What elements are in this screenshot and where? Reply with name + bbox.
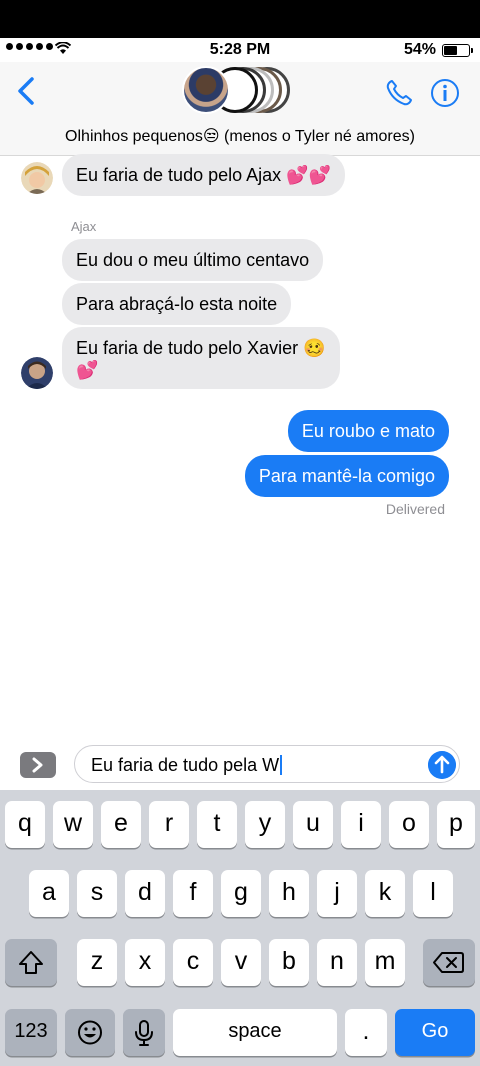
message-text: Eu faria de tudo pelo Xavier 🥴 bbox=[76, 338, 326, 358]
info-icon[interactable] bbox=[430, 78, 460, 108]
key-a[interactable]: a bbox=[29, 870, 69, 917]
message-bubble[interactable]: Para abraçá-lo esta noite bbox=[62, 283, 292, 325]
phone-icon[interactable] bbox=[384, 78, 414, 108]
group-name[interactable]: Olhinhos pequenos😒 (menos o Tyler né amo… bbox=[0, 126, 480, 146]
key-b[interactable]: b bbox=[269, 939, 309, 986]
key-t[interactable]: t bbox=[197, 801, 237, 848]
key-v[interactable]: v bbox=[221, 939, 261, 986]
space-key[interactable]: space bbox=[173, 1009, 337, 1056]
key-s[interactable]: s bbox=[77, 870, 117, 917]
key-e[interactable]: e bbox=[101, 801, 141, 848]
key-h[interactable]: h bbox=[269, 870, 309, 917]
shift-key[interactable] bbox=[5, 939, 57, 986]
key-d[interactable]: d bbox=[125, 870, 165, 917]
message-input-text: Eu faria de tudo pela W bbox=[91, 755, 280, 775]
text-caret bbox=[280, 755, 283, 775]
key-n[interactable]: n bbox=[317, 939, 357, 986]
key-o[interactable]: o bbox=[389, 801, 429, 848]
key-x[interactable]: x bbox=[125, 939, 165, 986]
numbers-key[interactable]: 123 bbox=[5, 1009, 57, 1056]
chevron-right-icon bbox=[32, 757, 43, 773]
send-button[interactable] bbox=[428, 751, 456, 779]
delivered-label: Delivered bbox=[385, 501, 445, 517]
group-avatar-stack[interactable] bbox=[182, 66, 298, 116]
microphone-icon bbox=[135, 1020, 153, 1046]
key-m[interactable]: m bbox=[365, 939, 405, 986]
key-l[interactable]: l bbox=[413, 870, 453, 917]
battery-icon bbox=[442, 44, 473, 57]
sender-name: Ajax bbox=[71, 219, 97, 234]
dictation-key[interactable] bbox=[123, 1009, 165, 1056]
message-bubble[interactable]: Eu dou o meu último centavo bbox=[62, 239, 324, 281]
camera-cutout-bar bbox=[0, 0, 480, 38]
key-i[interactable]: i bbox=[341, 801, 381, 848]
avatar bbox=[21, 162, 53, 194]
key-r[interactable]: r bbox=[149, 801, 189, 848]
battery-percent: 54% bbox=[403, 41, 436, 58]
keyboard: q w e r t y u i o p a s d f g h j k l z … bbox=[0, 790, 480, 1066]
avatar bbox=[182, 66, 230, 114]
key-g[interactable]: g bbox=[221, 870, 261, 917]
back-chevron-icon[interactable] bbox=[14, 76, 40, 106]
avatar bbox=[21, 357, 53, 389]
key-p[interactable]: p bbox=[437, 801, 475, 848]
message-text: 💕 bbox=[76, 360, 99, 380]
message-input[interactable]: Eu faria de tudo pela W bbox=[74, 745, 460, 783]
conversation-header: Olhinhos pequenos😒 (menos o Tyler né amo… bbox=[0, 62, 480, 156]
composer-bar: Eu faria de tudo pela W bbox=[0, 740, 480, 790]
key-f[interactable]: f bbox=[173, 870, 213, 917]
delete-key[interactable] bbox=[423, 939, 475, 986]
key-y[interactable]: y bbox=[245, 801, 285, 848]
key-j[interactable]: j bbox=[317, 870, 357, 917]
key-w[interactable]: w bbox=[53, 801, 93, 848]
apps-button[interactable] bbox=[20, 752, 56, 778]
go-key[interactable]: Go bbox=[395, 1009, 475, 1056]
key-q[interactable]: q bbox=[5, 801, 45, 848]
backspace-icon bbox=[433, 952, 464, 973]
emoji-key[interactable] bbox=[65, 1009, 115, 1056]
key-k[interactable]: k bbox=[365, 870, 405, 917]
message-bubble[interactable]: Para mantê-la comigo bbox=[244, 455, 449, 497]
status-bar: 5:28 PM 54% bbox=[0, 38, 480, 62]
message-bubble[interactable]: Eu faria de tudo pelo Ajax 💕💕 bbox=[62, 154, 345, 196]
message-bubble[interactable]: Eu roubo e mato bbox=[287, 410, 449, 452]
emoji-icon bbox=[78, 1020, 102, 1045]
message-thread: Eu faria de tudo pelo Ajax 💕💕 Ajax Eu do… bbox=[0, 154, 480, 740]
key-z[interactable]: z bbox=[77, 939, 117, 986]
message-bubble[interactable]: Eu faria de tudo pelo Xavier 🥴 💕 bbox=[62, 327, 340, 389]
shift-icon bbox=[19, 951, 43, 974]
key-u[interactable]: u bbox=[293, 801, 333, 848]
period-key[interactable]: . bbox=[345, 1009, 387, 1056]
key-c[interactable]: c bbox=[173, 939, 213, 986]
